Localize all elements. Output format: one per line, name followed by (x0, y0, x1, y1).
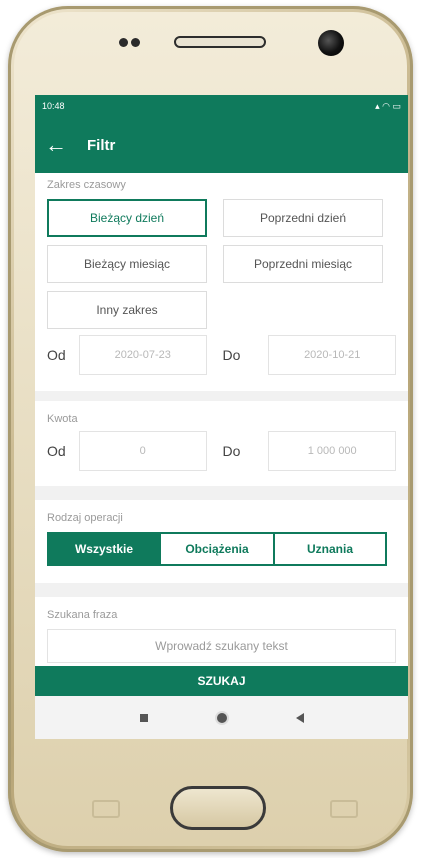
search-phrase-card: Szukana fraza Wprowadź szukany tekst (35, 597, 408, 666)
current-month-button[interactable]: Bieżący miesiąc (47, 245, 207, 283)
android-nav-bar (35, 696, 408, 739)
recent-apps-icon[interactable] (139, 713, 148, 722)
operation-type-label: Rodzaj operacji (47, 512, 123, 524)
amount-from-label: Od (47, 443, 66, 459)
date-from-label: Od (47, 347, 66, 363)
all-operations-tab[interactable]: Wszystkie (47, 532, 161, 566)
date-to-label: Do (222, 347, 241, 363)
page-title: Filtr (87, 136, 116, 154)
amount-to-field[interactable]: 1 000 000 (268, 431, 397, 471)
date-from-field[interactable]: 2020-07-23 (78, 335, 207, 375)
current-day-button[interactable]: Bieżący dzień (47, 199, 207, 237)
amount-to-label: Do (222, 443, 241, 459)
back-triangle-icon[interactable] (295, 712, 304, 723)
amount-from-field[interactable]: 0 (78, 431, 207, 471)
app-bar: ← Filtr (35, 117, 408, 173)
home-icon[interactable] (216, 712, 227, 723)
search-button[interactable]: SZUKAJ (35, 666, 408, 696)
operation-type-segmented: Wszystkie Obciążenia Uznania (47, 532, 396, 566)
previous-month-button[interactable]: Poprzedni miesiąc (223, 245, 383, 283)
amount-label: Kwota (47, 413, 78, 425)
other-range-button[interactable]: Inny zakres (47, 291, 207, 329)
amount-card: Kwota Od 0 Do 1 000 000 (35, 401, 408, 486)
sensor-dot (131, 38, 140, 47)
operation-type-card: Rodzaj operacji Wszystkie Obciążenia Uzn… (35, 500, 408, 583)
time-range-label: Zakres czasowy (47, 179, 126, 191)
physical-home-button[interactable] (170, 786, 266, 830)
search-phrase-input[interactable]: Wprowadź szukany tekst (47, 629, 396, 663)
date-to-field[interactable]: 2020-10-21 (268, 335, 397, 375)
time-range-card: Zakres czasowy Bieżący dzień Poprzedni d… (35, 173, 408, 391)
back-arrow-icon[interactable]: ← (41, 132, 71, 158)
credits-tab[interactable]: Uznania (275, 532, 387, 566)
search-phrase-label: Szukana fraza (47, 609, 118, 621)
sensor-dot (119, 38, 128, 47)
debits-tab[interactable]: Obciążenia (161, 532, 275, 566)
status-bar: 10:48 ▴ ◠ ▭ (35, 95, 408, 117)
back-softkey-icon[interactable] (330, 800, 358, 818)
filter-content: Zakres czasowy Bieżący dzień Poprzedni d… (35, 173, 408, 666)
status-icons: ▴ ◠ ▭ (375, 100, 401, 111)
app-screen: 10:48 ▴ ◠ ▭ ← Filtr Zakres czasowy Bieżą… (35, 95, 408, 739)
front-camera (318, 30, 344, 56)
speaker-grille (174, 36, 266, 48)
recent-softkey-icon[interactable] (92, 800, 120, 818)
status-time: 10:48 (42, 101, 65, 111)
previous-day-button[interactable]: Poprzedni dzień (223, 199, 383, 237)
